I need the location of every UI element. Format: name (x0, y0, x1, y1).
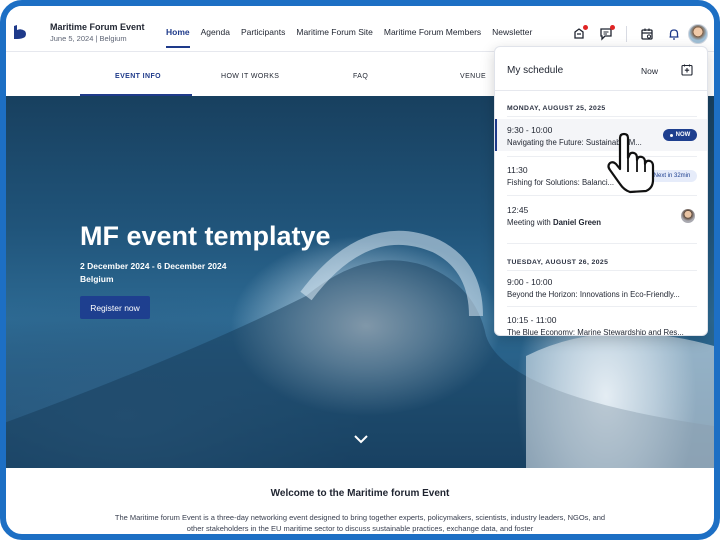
subnav-event-info[interactable]: EVENT INFO (115, 73, 161, 80)
hero-dates: 2 December 2024 - 6 December 2024 (80, 261, 227, 271)
event-title[interactable]: The Blue Economy: Marine Stewardship and… (507, 328, 699, 335)
app-frame: Maritime Forum Event June 5, 2024 | Belg… (0, 0, 720, 540)
main-nav: Home Agenda Participants Maritime Forum … (166, 27, 543, 48)
meeting-prefix: Meeting with (507, 218, 553, 227)
divider (507, 270, 697, 271)
divider (507, 156, 697, 157)
current-event-indicator (495, 119, 497, 151)
schedule-panel: My schedule Now MONDAY, AUGUST 25, 2025 … (494, 46, 708, 336)
divider (626, 26, 627, 42)
header-icons (572, 25, 694, 42)
day-header: TUESDAY, AUGUST 26, 2025 (507, 259, 609, 266)
nav-participants[interactable]: Participants (241, 27, 285, 37)
nav-home[interactable]: Home (166, 27, 190, 48)
subnav-faq[interactable]: FAQ (353, 73, 368, 80)
event-meta: June 5, 2024 | Belgium (50, 34, 127, 43)
add-to-calendar-icon[interactable] (681, 64, 693, 76)
notification-dot (583, 25, 588, 30)
subnav-venue[interactable]: VENUE (460, 73, 486, 80)
attendee-avatar (681, 209, 695, 223)
hero-title: MF event templatye (80, 221, 331, 251)
event-time: 9:00 - 10:00 (507, 277, 553, 287)
divider (507, 306, 697, 307)
divider (495, 90, 707, 91)
event-time: 11:30 (507, 165, 528, 175)
now-button[interactable]: Now (641, 66, 658, 76)
event-time: 9:30 - 10:00 (507, 125, 553, 135)
logo-icon[interactable] (12, 24, 28, 40)
divider (507, 195, 697, 196)
welcome-body: The Maritime forum Event is a three-day … (114, 513, 606, 533)
user-avatar[interactable] (688, 24, 708, 44)
day-header: MONDAY, AUGUST 25, 2025 (507, 105, 606, 112)
event-name: Maritime Forum Event (50, 22, 145, 32)
bell-icon[interactable] (667, 27, 681, 41)
divider (507, 116, 697, 117)
nav-agenda[interactable]: Agenda (201, 27, 230, 37)
chevron-down-icon[interactable] (354, 434, 368, 444)
chat-icon[interactable] (599, 25, 615, 41)
event-time: 12:45 (507, 205, 529, 215)
schedule-title: My schedule (507, 65, 564, 76)
calendar-icon[interactable] (640, 27, 654, 41)
meeting-person: Daniel Green (552, 218, 602, 227)
hero-location: Belgium (80, 274, 114, 284)
badge-icon[interactable] (572, 25, 588, 41)
nav-maritime-forum-members[interactable]: Maritime Forum Members (384, 27, 481, 37)
nav-newsletter[interactable]: Newsletter (492, 27, 532, 37)
now-badge: NOW (663, 129, 697, 141)
hand-cursor-icon (607, 132, 655, 194)
register-button[interactable]: Register now (80, 296, 150, 319)
subnav-how-it-works[interactable]: HOW IT WORKS (221, 73, 279, 80)
welcome-title: Welcome to the Maritime forum Event (270, 488, 450, 499)
notification-dot (610, 25, 615, 30)
event-title[interactable]: Meeting with Daniel Green (507, 218, 672, 227)
nav-maritime-forum-site[interactable]: Maritime Forum Site (296, 27, 373, 37)
event-time: 10:15 - 11:00 (507, 315, 557, 325)
divider (507, 243, 697, 244)
event-title[interactable]: Beyond the Horizon: Innovations in Eco-F… (507, 290, 699, 299)
